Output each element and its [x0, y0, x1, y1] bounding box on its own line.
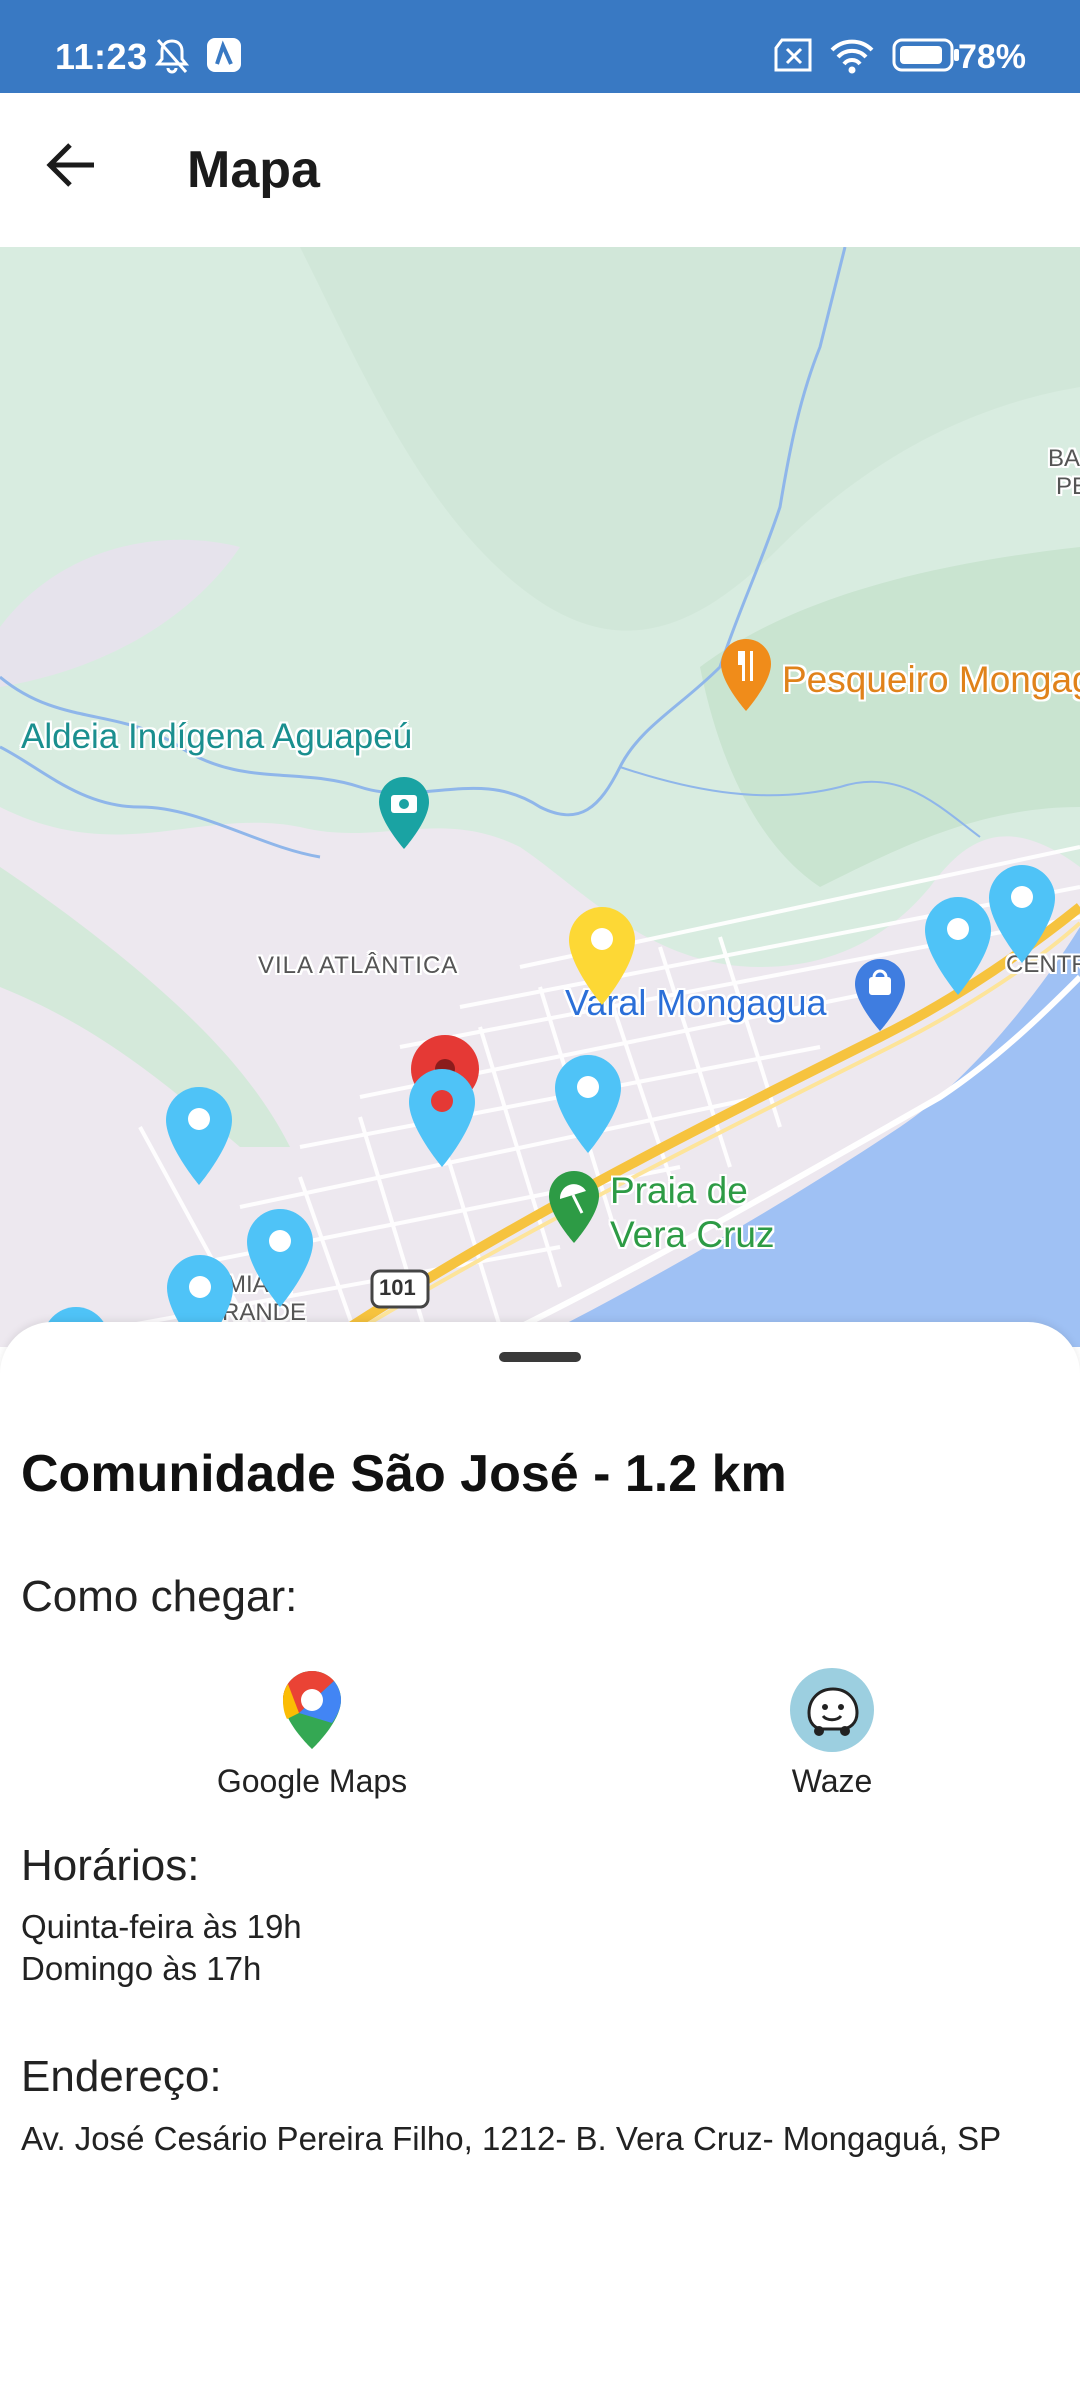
- church-marker-yellow[interactable]: [566, 905, 638, 1007]
- map-label-praia-1: Praia de: [610, 1170, 748, 1211]
- waze-icon: [790, 1668, 874, 1752]
- sim-x-icon: [772, 36, 814, 79]
- place-details-sheet: Comunidade São José - 1.2 km Como chegar…: [0, 1322, 1080, 2400]
- map-label-ba: BA: [1048, 445, 1080, 472]
- shopping-poi-icon[interactable]: [852, 957, 908, 1033]
- directions-label: Como chegar:: [21, 1572, 298, 1621]
- map-label-pesqueiro: Pesqueiro Mongag: [782, 659, 1080, 700]
- map-view[interactable]: Aldeia Indígena Aguapeú Pesqueiro Mongag…: [0, 247, 1080, 1347]
- church-marker-selected[interactable]: [406, 1067, 478, 1169]
- app-bar: Mapa: [0, 93, 1080, 247]
- map-label-aldeia: Aldeia Indígena Aguapeú: [21, 717, 413, 756]
- waze-button[interactable]: Waze: [682, 1667, 982, 1817]
- app-notification-icon: [205, 36, 243, 79]
- church-marker[interactable]: [163, 1085, 235, 1187]
- back-button[interactable]: [42, 135, 102, 195]
- map-label-vila-atlantica: VILA ATLÂNTICA: [258, 952, 459, 979]
- map-label-road-101: 101: [379, 1275, 416, 1300]
- address-label: Endereço:: [21, 2052, 222, 2101]
- restaurant-poi-icon[interactable]: [718, 637, 774, 713]
- google-maps-button[interactable]: Google Maps: [162, 1667, 462, 1817]
- beach-poi-icon[interactable]: [546, 1169, 602, 1245]
- schedule-item: Quinta-feira às 19h: [21, 1908, 302, 1945]
- schedule-label: Horários:: [21, 1841, 200, 1890]
- church-marker[interactable]: [922, 895, 994, 997]
- map-background: [0, 247, 1080, 1347]
- church-marker[interactable]: [552, 1053, 624, 1155]
- status-bar: 11:23 78%: [0, 0, 1080, 93]
- schedule-item: Domingo às 17h: [21, 1950, 262, 1987]
- place-title: Comunidade São José - 1.2 km: [21, 1445, 787, 1503]
- address-text: Av. José Cesário Pereira Filho, 1212- B.…: [21, 2120, 1002, 2157]
- bell-off-icon: [152, 36, 192, 81]
- camera-poi-icon[interactable]: [376, 775, 432, 851]
- battery-icon: [892, 36, 962, 79]
- google-maps-icon: [283, 1671, 341, 1749]
- wifi-icon: [828, 36, 876, 81]
- drag-handle[interactable]: [499, 1352, 581, 1362]
- church-marker[interactable]: [244, 1207, 316, 1309]
- status-time: 11:23: [55, 36, 148, 77]
- map-label-praia-2: Vera Cruz: [610, 1214, 775, 1255]
- waze-label: Waze: [791, 1763, 873, 1799]
- arrow-left-icon: [46, 143, 94, 187]
- battery-percent: 78%: [957, 38, 1026, 76]
- church-marker[interactable]: [986, 863, 1058, 965]
- page-title: Mapa: [187, 141, 320, 199]
- google-maps-label: Google Maps: [216, 1763, 408, 1799]
- map-label-pe: PE: [1056, 473, 1080, 500]
